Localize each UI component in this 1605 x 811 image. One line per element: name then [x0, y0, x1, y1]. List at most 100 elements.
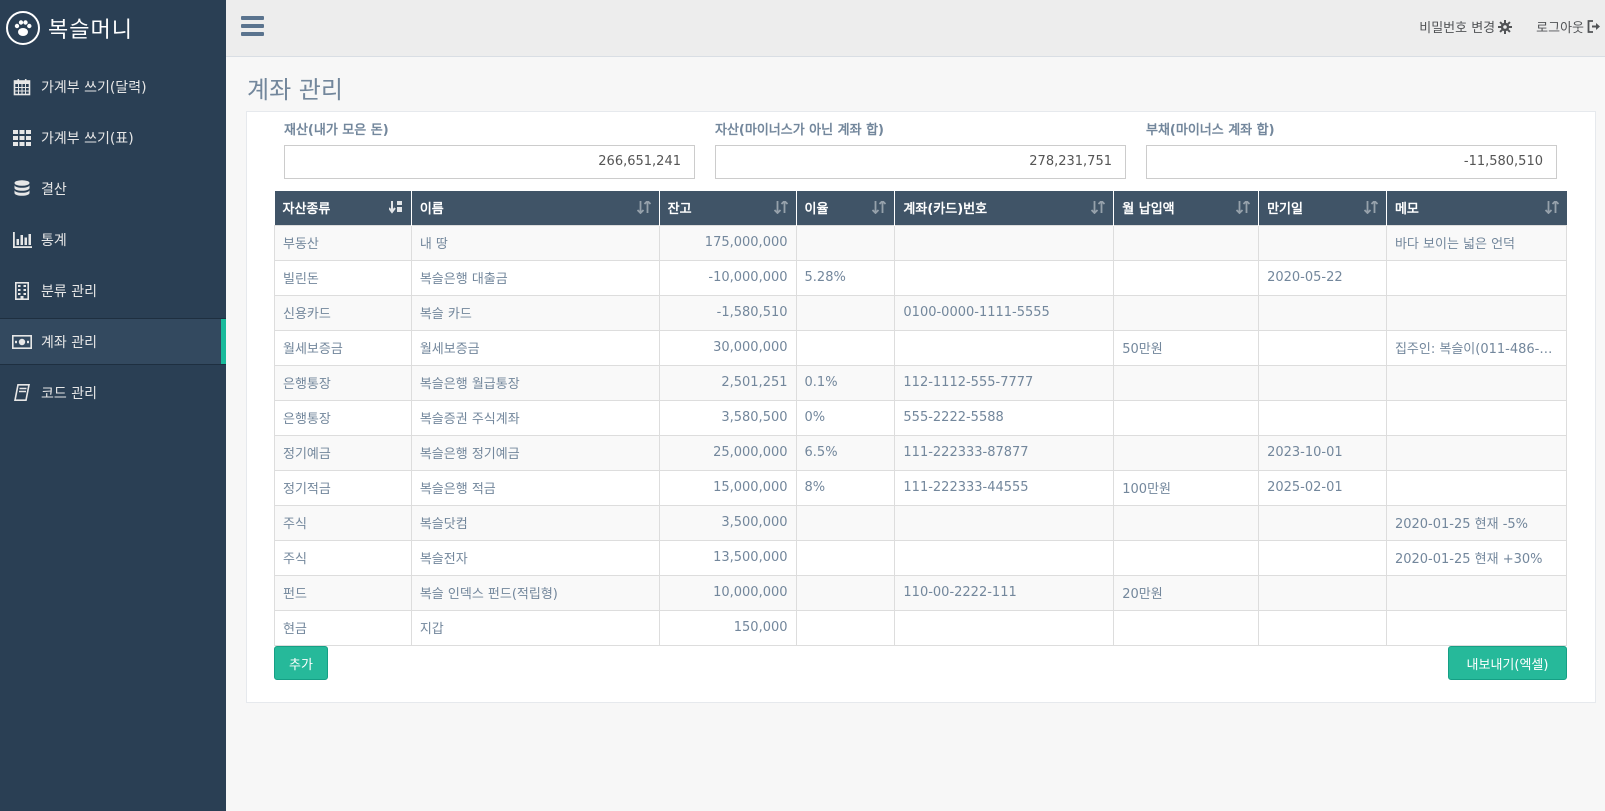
table-row[interactable]: 월세보증금 월세보증금 30,000,000 50만원 집주인: 복슬이(011-486…: [274, 329, 1568, 366]
cell-account-number: 555-2222-5588: [894, 399, 1115, 436]
cell-account-number: 110-00-2222-111: [894, 574, 1115, 611]
cell-name: 지갑: [410, 609, 660, 646]
column-header-name[interactable]: 이름: [411, 191, 660, 225]
add-button[interactable]: 추가: [274, 646, 328, 680]
cell-memo: [1385, 434, 1568, 471]
header-label: 만기일: [1267, 202, 1303, 218]
net-worth-field[interactable]: 266,651,241: [284, 145, 695, 179]
cell-asset-type: 은행통장: [274, 364, 412, 401]
cell-name: 복슬은행 대출금: [410, 259, 660, 296]
sidebar-item-label: 결산: [41, 181, 67, 198]
cell-maturity: [1258, 294, 1387, 331]
export-excel-button[interactable]: 내보내기(엑셀): [1448, 646, 1567, 680]
cell-monthly-payment: 20만원: [1113, 574, 1260, 611]
logout-link[interactable]: 로그아웃: [1536, 17, 1601, 36]
table-row[interactable]: 빌린돈 복슬은행 대출금 -10,000,000 5.28% 2020-05-22: [274, 259, 1568, 296]
table-row[interactable]: 정기예금 복슬은행 정기예금 25,000,000 6.5% 111-222333-87…: [274, 434, 1568, 471]
top-bar: 비밀번호 변경 로그아웃: [226, 0, 1605, 57]
cell-monthly-payment: 100만원: [1113, 469, 1260, 506]
cell-name: 월세보증금: [410, 329, 660, 366]
cell-balance: 10,000,000: [658, 574, 797, 611]
sort-icon: [636, 201, 651, 214]
cell-maturity: 2023-10-01: [1258, 434, 1387, 471]
cell-maturity: [1258, 609, 1387, 646]
bar-chart-icon: [12, 230, 32, 250]
sidebar-item-table[interactable]: 가계부 쓰기(표): [0, 114, 226, 161]
table-row[interactable]: 정기적금 복슬은행 적금 15,000,000 8% 111-222333-44555 1…: [274, 469, 1568, 506]
column-header-asset-type[interactable]: 자산종류: [274, 191, 412, 225]
header-label: 자산종류: [282, 202, 331, 218]
table-row[interactable]: 현금 지갑 150,000: [274, 609, 1568, 646]
cell-account-number: [894, 539, 1115, 576]
sidebar-item-category[interactable]: 분류 관리: [0, 267, 226, 314]
sort-icon: [773, 201, 788, 214]
cell-monthly-payment: [1113, 434, 1260, 471]
table-row[interactable]: 은행통장 복슬은행 월급통장 2,501,251 0.1% 112-1112-555-7…: [274, 364, 1568, 401]
cell-interest: [795, 329, 896, 366]
cell-interest: 5.28%: [795, 259, 896, 296]
table-row[interactable]: 주식 복슬닷컴 3,500,000 2020-01-25 현재 -5%: [274, 504, 1568, 541]
cell-interest: [795, 539, 896, 576]
liabilities-label: 부채(마이너스 계좌 합): [1146, 123, 1275, 138]
sidebar-item-label: 가계부 쓰기(달력): [41, 79, 147, 96]
cell-asset-type: 신용카드: [274, 294, 412, 331]
sort-icon: [872, 201, 887, 214]
cell-monthly-payment: 50만원: [1113, 329, 1260, 366]
column-header-monthly-payment[interactable]: 월 납입액: [1113, 191, 1260, 225]
sidebar-item-settlement[interactable]: 결산: [0, 165, 226, 212]
cell-interest: [795, 224, 896, 261]
cell-maturity: 2020-05-22: [1258, 259, 1387, 296]
page-title: 계좌 관리: [247, 76, 343, 104]
cell-asset-type: 부동산: [274, 224, 412, 261]
cell-monthly-payment: [1113, 294, 1260, 331]
app-title: 복슬머니: [48, 17, 133, 43]
cell-balance: -10,000,000: [658, 259, 797, 296]
table-icon: [12, 128, 32, 148]
cell-balance: 3,500,000: [658, 504, 797, 541]
column-header-memo[interactable]: 메모: [1386, 191, 1567, 225]
table-row[interactable]: 펀드 복슬 인덱스 펀드(적립형) 10,000,000 110-00-2222-11…: [274, 574, 1568, 611]
sidebar-item-calendar[interactable]: 가계부 쓰기(달력): [0, 63, 226, 110]
cell-account-number: [894, 329, 1115, 366]
table-row[interactable]: 부동산 내 땅 175,000,000 바다 보이는 넓은 언덕: [274, 224, 1568, 261]
menu-toggle-icon[interactable]: [241, 16, 264, 38]
net-worth-label: 재산(내가 모은 돈): [284, 123, 389, 138]
cell-maturity: 2025-02-01: [1258, 469, 1387, 506]
gear-icon: [1498, 19, 1513, 34]
building-icon: [12, 281, 32, 301]
table-row[interactable]: 신용카드 복슬 카드 -1,580,510 0100-0000-1111-5555: [274, 294, 1568, 331]
cell-balance: 2,501,251: [658, 364, 797, 401]
liabilities-field[interactable]: -11,580,510: [1146, 145, 1557, 179]
account-panel: 재산(내가 모은 돈) 266,651,241 자산(마이너스가 아닌 계좌 합…: [246, 111, 1596, 703]
money-icon: [12, 332, 32, 352]
sidebar-item-label: 계좌 관리: [41, 334, 97, 351]
logout-label: 로그아웃: [1536, 21, 1584, 36]
table-row[interactable]: 주식 복슬전자 13,500,000 2020-01-25 현재 +30%: [274, 539, 1568, 576]
column-header-interest[interactable]: 이율: [796, 191, 896, 225]
assets-field[interactable]: 278,231,751: [715, 145, 1126, 179]
cell-name: 복슬 인덱스 펀드(적립형): [410, 574, 660, 611]
database-icon: [12, 179, 32, 199]
header-label: 이름: [419, 202, 444, 218]
change-password-link[interactable]: 비밀번호 변경: [1419, 17, 1513, 36]
sort-icon: [388, 201, 402, 214]
cell-balance: 25,000,000: [658, 434, 797, 471]
cell-name: 복슬 카드: [410, 294, 660, 331]
cell-asset-type: 정기예금: [274, 434, 412, 471]
sidebar-item-account[interactable]: 계좌 관리: [0, 318, 226, 365]
cell-account-number: 111-222333-44555: [894, 469, 1115, 506]
cell-name: 복슬은행 월급통장: [410, 364, 660, 401]
column-header-maturity[interactable]: 만기일: [1258, 191, 1387, 225]
cell-maturity: [1258, 364, 1387, 401]
sidebar-item-code[interactable]: 코드 관리: [0, 369, 226, 416]
sidebar-item-statistics[interactable]: 통계: [0, 216, 226, 263]
cell-asset-type: 빌린돈: [274, 259, 412, 296]
column-header-account-number[interactable]: 계좌(카드)번호: [894, 191, 1115, 225]
header-label: 계좌(카드)번호: [903, 202, 988, 218]
cell-asset-type: 은행통장: [274, 399, 412, 436]
cell-name: 복슬은행 적금: [410, 469, 660, 506]
table-row[interactable]: 은행통장 복슬증권 주식계좌 3,580,500 0% 555-2222-5588: [274, 399, 1568, 436]
column-header-balance[interactable]: 잔고: [659, 191, 797, 225]
brand[interactable]: 복슬머니: [0, 0, 226, 55]
cell-account-number: 111-222333-87877: [894, 434, 1115, 471]
